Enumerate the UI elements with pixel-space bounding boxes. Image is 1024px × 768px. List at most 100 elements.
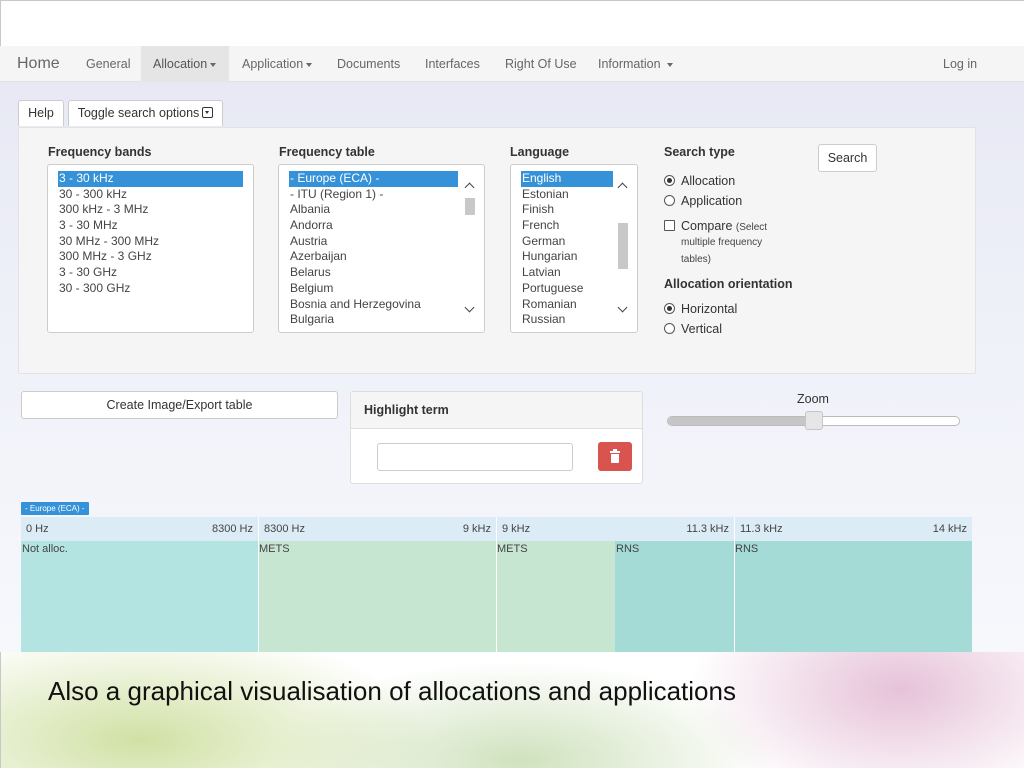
language-scrollbar[interactable] [617, 171, 629, 326]
nav-application[interactable]: Application [242, 46, 313, 82]
highlight-term-panel: Highlight term [350, 391, 643, 484]
frequency-table-badge: - Europe (ECA) - [21, 502, 89, 515]
scroll-up-icon[interactable] [464, 181, 476, 193]
list-item[interactable]: Austria [279, 234, 484, 250]
scroll-down-icon[interactable] [617, 302, 629, 316]
trash-can-icon [611, 454, 619, 463]
nav-application-label: Application [242, 57, 304, 71]
zoom-slider-handle[interactable] [805, 411, 823, 430]
list-item[interactable]: 30 - 300 kHz [48, 187, 253, 203]
range-divider [734, 517, 735, 652]
nav-information[interactable]: Information [598, 46, 673, 82]
list-item[interactable]: Bulgaria [279, 312, 484, 328]
orientation-vertical-label: Vertical [681, 322, 722, 336]
range-start: 0 Hz [26, 523, 49, 535]
navbar: Home General Allocation Application Docu… [0, 46, 1024, 82]
allocation-block-mets[interactable]: METS [258, 541, 496, 652]
list-item[interactable]: 3 - 30 GHz [48, 265, 253, 281]
caret-down-icon [666, 62, 673, 67]
range-divider [496, 517, 497, 652]
search-type-application-radio[interactable]: Application [664, 194, 742, 208]
highlight-term-input[interactable] [377, 443, 573, 471]
list-item[interactable]: 300 kHz - 3 MHz [48, 202, 253, 218]
allocation-label: METS [497, 543, 528, 555]
allocation-block-rns[interactable]: RNS [734, 541, 972, 652]
list-item[interactable]: 30 - 300 GHz [48, 281, 253, 297]
list-item[interactable]: Belarus [279, 265, 484, 281]
zoom-slider-fill [668, 417, 815, 425]
zoom-label: Zoom [797, 392, 829, 406]
allocation-label: Not alloc. [22, 543, 68, 555]
range-start: 11.3 kHz [740, 523, 783, 535]
frequency-range-header: 8300 Hz 9 kHz [259, 517, 496, 541]
allocation-block-rns[interactable]: RNS [615, 541, 734, 652]
language-list[interactable]: English Estonian Finish French German Hu… [510, 164, 638, 333]
list-item[interactable]: Azerbaijan [279, 249, 484, 265]
radio-checked-icon[interactable] [664, 175, 675, 186]
frequency-bands-label: Frequency bands [48, 145, 152, 159]
list-item[interactable]: 3 - 30 MHz [48, 218, 253, 234]
nav-documents[interactable]: Documents [337, 46, 400, 82]
allocation-block-not-allocated[interactable]: Not alloc. [21, 541, 258, 652]
scroll-down-icon[interactable] [464, 302, 476, 316]
scroll-up-icon[interactable] [617, 181, 629, 193]
list-item[interactable]: 3 - 30 kHz [58, 171, 243, 187]
nav-home[interactable]: Home [17, 46, 60, 82]
list-item[interactable]: Albania [279, 202, 484, 218]
language-label: Language [510, 145, 570, 159]
orientation-vertical-radio[interactable]: Vertical [664, 322, 722, 336]
highlight-term-title: Highlight term [351, 392, 642, 429]
nav-information-label: Information [598, 57, 661, 71]
nav-interfaces[interactable]: Interfaces [425, 46, 480, 82]
list-item[interactable]: - ITU (Region 1) - [279, 187, 484, 203]
search-type-allocation-label: Allocation [681, 174, 736, 188]
nav-login[interactable]: Log in [943, 46, 977, 82]
nav-allocation[interactable]: Allocation [141, 46, 229, 82]
range-divider [258, 517, 259, 652]
list-item[interactable]: Bosnia and Herzegovina [279, 297, 484, 313]
trash-icon [610, 449, 620, 453]
list-item[interactable]: 30 MHz - 300 MHz [48, 234, 253, 250]
top-divider [0, 0, 1024, 1]
frequency-range-header: 9 kHz 11.3 kHz [497, 517, 734, 541]
allocation-block-mets[interactable]: METS [496, 541, 615, 652]
search-type-allocation-radio[interactable]: Allocation [664, 174, 735, 188]
help-button[interactable]: Help [18, 100, 64, 126]
range-end: 8300 Hz [212, 523, 253, 535]
allocation-label: RNS [616, 543, 640, 555]
nav-general[interactable]: General [86, 46, 130, 82]
list-item[interactable]: Andorra [279, 218, 484, 234]
range-end: 14 kHz [932, 523, 967, 535]
frequency-table-scrollbar[interactable] [464, 171, 476, 326]
toggle-search-options-label: Toggle search options [77, 106, 200, 120]
collapse-square-icon [202, 107, 214, 118]
allocation-label: METS [259, 543, 290, 555]
compare-label: Compare [681, 219, 733, 233]
list-item[interactable]: Belgium [279, 281, 484, 297]
create-image-export-button[interactable]: Create Image/Export table [21, 391, 338, 419]
range-end: 11.3 kHz [686, 523, 729, 535]
nav-right-of-use[interactable]: Right Of Use [505, 46, 577, 82]
clear-highlight-button[interactable] [598, 442, 632, 471]
radio-checked-icon[interactable] [664, 303, 675, 314]
scroll-thumb[interactable] [618, 223, 628, 269]
range-start: 9 kHz [502, 523, 531, 535]
caret-down-icon [210, 62, 217, 67]
nav-allocation-label: Allocation [153, 57, 208, 71]
list-item[interactable]: - Europe (ECA) - [289, 171, 458, 187]
toggle-search-options-button[interactable]: Toggle search options [68, 100, 223, 126]
scroll-thumb[interactable] [465, 198, 475, 215]
list-item[interactable]: English [521, 171, 613, 187]
frequency-bands-list[interactable]: 3 - 30 kHz 30 - 300 kHz 300 kHz - 3 MHz … [47, 164, 254, 333]
compare-note-line2: multiple frequency [681, 237, 763, 248]
list-item[interactable]: 300 MHz - 3 GHz [48, 249, 253, 265]
allocation-orientation-label: Allocation orientation [664, 277, 793, 291]
checkbox-icon[interactable] [664, 220, 675, 231]
radio-unchecked-icon[interactable] [664, 323, 675, 334]
app-screenshot: Home General Allocation Application Docu… [0, 46, 1024, 652]
search-button[interactable]: Search [818, 144, 877, 172]
frequency-range-header: 11.3 kHz 14 kHz [735, 517, 972, 541]
frequency-table-list[interactable]: - Europe (ECA) - - ITU (Region 1) - Alba… [278, 164, 485, 333]
orientation-horizontal-radio[interactable]: Horizontal [664, 302, 737, 316]
radio-unchecked-icon[interactable] [664, 195, 675, 206]
